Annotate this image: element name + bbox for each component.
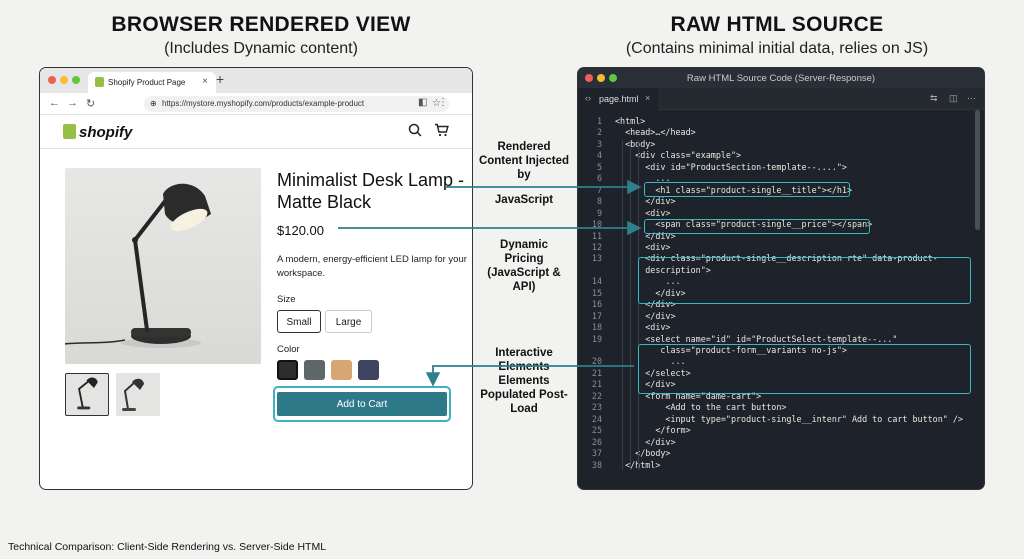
arrow-interactive (425, 365, 634, 387)
connector-arrows (338, 179, 642, 387)
footer-caption: Technical Comparison: Client-Side Render… (8, 541, 327, 553)
